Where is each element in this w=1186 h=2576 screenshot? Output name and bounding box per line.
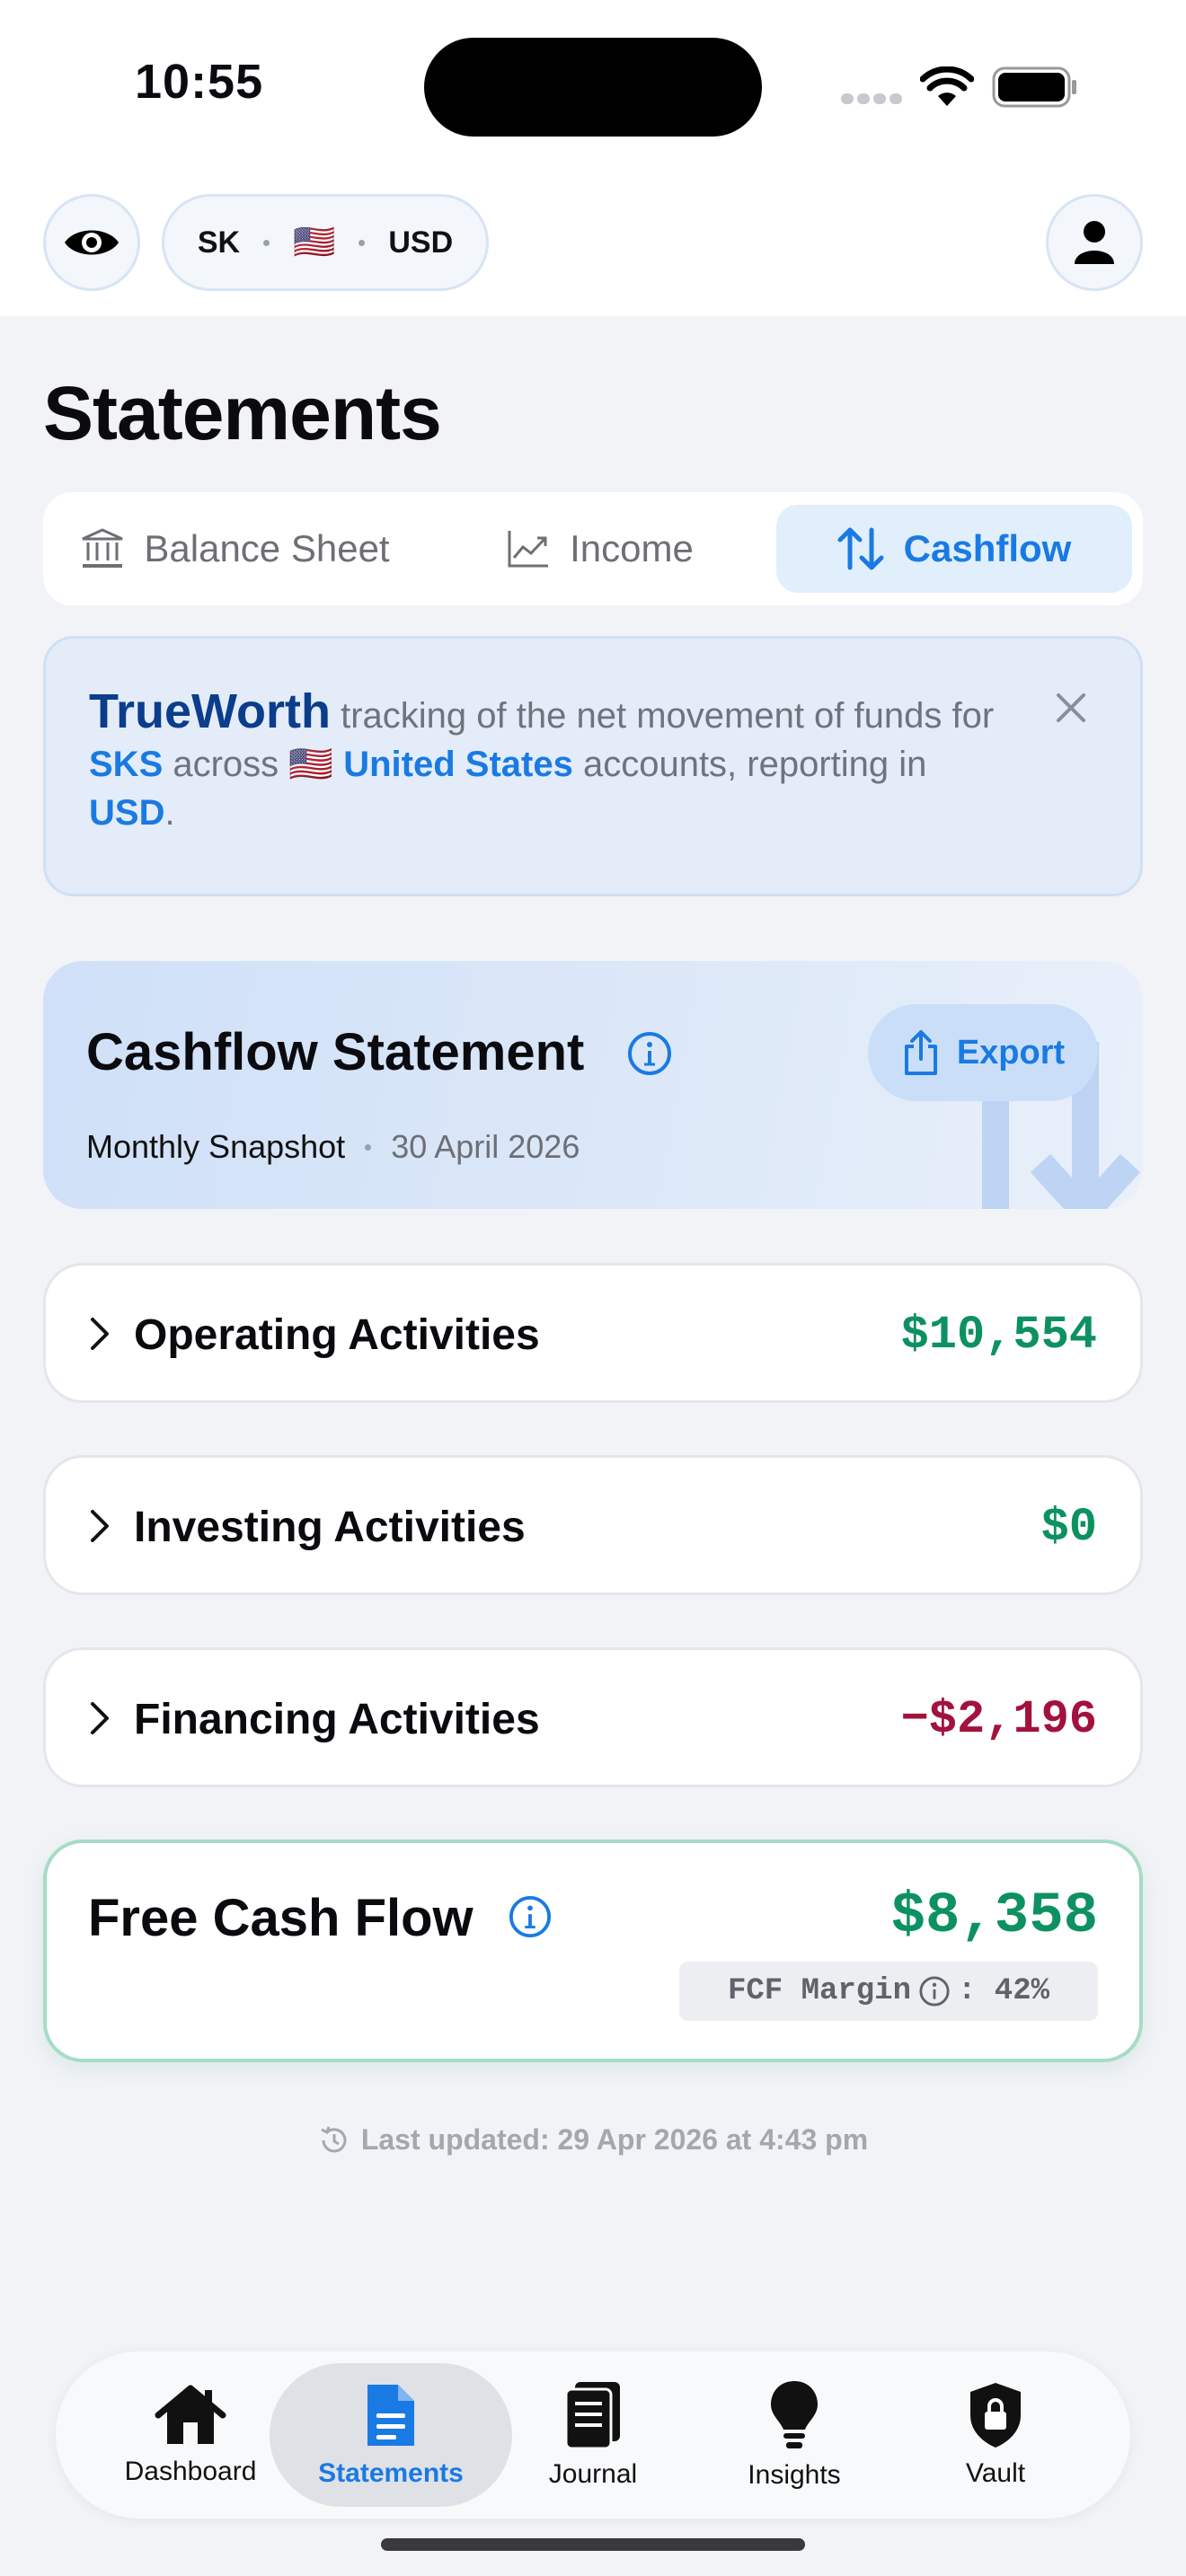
- country-link[interactable]: United States: [343, 745, 573, 784]
- statement-date: 30 April 2026: [391, 1128, 580, 1165]
- currency-link[interactable]: USD: [89, 793, 164, 833]
- row-label: Financing Activities: [134, 1696, 540, 1743]
- tab-balance-sheet[interactable]: Balance Sheet: [56, 505, 415, 593]
- row-value: $0: [1040, 1501, 1097, 1554]
- fcf-title: Free Cash Flow: [88, 1889, 474, 1947]
- row-value: −$2,196: [900, 1693, 1097, 1746]
- chevron-right-icon: [91, 1510, 109, 1542]
- statement-subtitle: Monthly Snapshot 30 April 2026: [86, 1128, 580, 1166]
- battery-icon: [992, 66, 1076, 108]
- tab-label: Balance Sheet: [144, 527, 390, 569]
- journal-icon: [564, 2382, 620, 2450]
- banner-text: accounts, reporting in: [572, 745, 927, 784]
- info-banner: TrueWorth tracking of the net movement o…: [43, 636, 1143, 896]
- info-icon[interactable]: [509, 1895, 552, 1938]
- operating-activities-row[interactable]: Operating Activities $10,554: [43, 1263, 1143, 1403]
- info-icon[interactable]: [918, 1975, 951, 2007]
- tab-cashflow[interactable]: Cashflow: [776, 505, 1132, 593]
- tab-label: Insights: [748, 2460, 841, 2490]
- separator-dot: [358, 239, 366, 246]
- entity-selector-pill[interactable]: SK 🇺🇸 USD: [162, 194, 489, 291]
- cellular-signal-dot: [857, 93, 870, 104]
- share-icon: [904, 1030, 937, 1075]
- export-button[interactable]: Export: [868, 1004, 1098, 1101]
- document-icon: [367, 2385, 414, 2446]
- tab-statements[interactable]: Statements: [270, 2363, 512, 2507]
- tab-income[interactable]: Income: [456, 505, 744, 593]
- privacy-toggle-button[interactable]: [43, 194, 140, 291]
- tab-label: Cashflow: [903, 527, 1072, 569]
- fcf-margin-badge: FCF Margin : 42%: [679, 1962, 1098, 2021]
- clock-history-icon: [321, 2126, 347, 2152]
- arrows-up-down-icon: [837, 527, 884, 570]
- fcf-margin-label: FCF Margin: [727, 1974, 911, 2008]
- banner-flag: 🇺🇸: [288, 745, 334, 784]
- bottom-tab-bar: Dashboard Statements Journal Insights Va…: [56, 2351, 1130, 2519]
- page-title: Statements: [43, 371, 442, 455]
- tab-label: Statements: [318, 2458, 464, 2488]
- separator-dot: [365, 1143, 372, 1151]
- close-icon[interactable]: [1055, 692, 1087, 724]
- dynamic-island: [424, 38, 762, 137]
- statement-title: Cashflow Statement: [86, 1023, 585, 1081]
- cellular-signal-dot: [890, 93, 902, 104]
- row-label: Investing Activities: [134, 1504, 526, 1551]
- fcf-value: $8,358: [890, 1884, 1098, 1949]
- wifi-icon: [920, 66, 974, 106]
- tab-journal[interactable]: Journal: [494, 2351, 692, 2519]
- home-indicator: [381, 2538, 805, 2551]
- cellular-signal-icon: [841, 93, 854, 104]
- eye-icon: [65, 230, 119, 255]
- statement-header-card: Cashflow Statement Monthly Snapshot 30 A…: [43, 961, 1143, 1209]
- status-time: 10:55: [135, 55, 264, 109]
- line-chart-icon: [508, 531, 549, 568]
- info-icon[interactable]: [627, 1031, 672, 1076]
- shield-lock-icon: [970, 2383, 1021, 2448]
- row-value: $10,554: [900, 1309, 1097, 1362]
- tab-dashboard[interactable]: Dashboard: [92, 2351, 289, 2519]
- fcf-margin-value: : 42%: [958, 1974, 1050, 2008]
- banner-text: tracking of the net movement of funds fo…: [331, 696, 995, 736]
- tab-label: Income: [570, 527, 694, 569]
- chevron-right-icon: [91, 1702, 109, 1734]
- export-label: Export: [956, 1033, 1066, 1072]
- tab-insights[interactable]: Insights: [695, 2351, 893, 2519]
- tab-vault[interactable]: Vault: [897, 2351, 1094, 2519]
- lightbulb-icon: [771, 2381, 818, 2448]
- banner-text: across: [163, 745, 289, 784]
- currency-code: USD: [388, 225, 454, 260]
- investing-activities-row[interactable]: Investing Activities $0: [43, 1455, 1143, 1595]
- row-label: Operating Activities: [134, 1311, 540, 1359]
- separator-dot: [263, 239, 270, 246]
- last-updated: Last updated: 29 Apr 2026 at 4:43 pm: [0, 2123, 1186, 2157]
- period-label: Monthly Snapshot: [86, 1128, 346, 1165]
- profile-button[interactable]: [1046, 194, 1143, 291]
- chevron-right-icon: [91, 1318, 109, 1350]
- banner-text: .: [164, 793, 175, 833]
- entity-link[interactable]: SKS: [89, 745, 163, 784]
- cellular-signal-dot: [873, 93, 886, 104]
- last-updated-text: Last updated: 29 Apr 2026 at 4:43 pm: [360, 2123, 869, 2156]
- financing-activities-row[interactable]: Financing Activities −$2,196: [43, 1647, 1143, 1787]
- entity-code: SK: [197, 225, 241, 260]
- statement-type-tabs: Balance Sheet Income Cashflow: [43, 492, 1143, 605]
- tab-label: Journal: [548, 2459, 638, 2489]
- brand-name: TrueWorth: [89, 684, 331, 738]
- bank-icon: [82, 528, 124, 568]
- person-icon: [1075, 221, 1114, 264]
- tab-label: Dashboard: [124, 2457, 257, 2486]
- country-flag: 🇺🇸: [293, 224, 336, 261]
- house-icon: [155, 2385, 226, 2444]
- tab-label: Vault: [965, 2458, 1026, 2488]
- free-cash-flow-card: Free Cash Flow $8,358 FCF Margin : 42%: [43, 1839, 1143, 2062]
